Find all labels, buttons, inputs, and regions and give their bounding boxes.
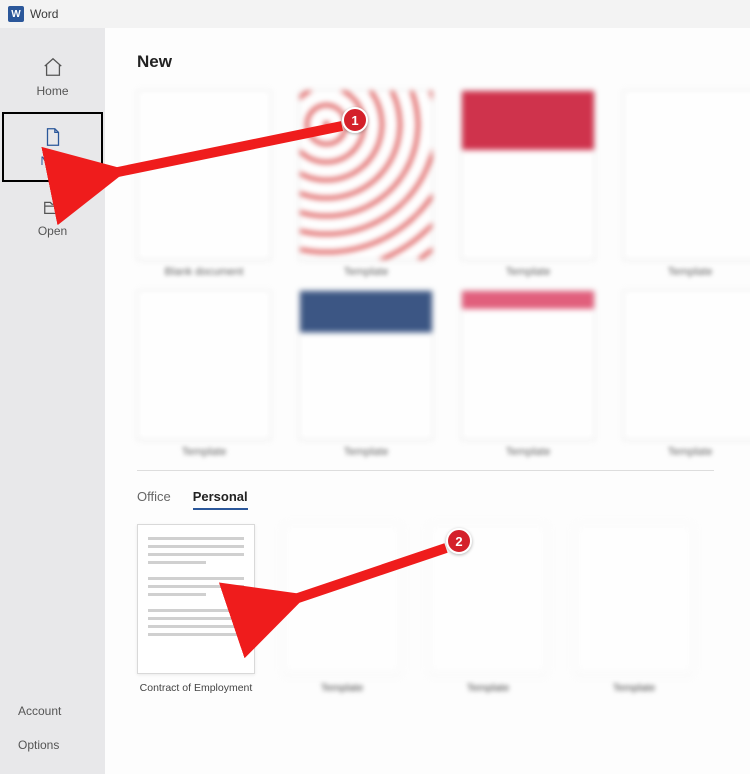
- sidebar-bottom-links: Account Options: [0, 694, 105, 762]
- template-card[interactable]: Template: [429, 524, 547, 694]
- sidebar-item-label: Open: [38, 224, 67, 238]
- new-document-icon: [42, 126, 64, 148]
- title-bar: W Word: [0, 0, 750, 28]
- template-card[interactable]: Template: [623, 90, 750, 278]
- nav-sidebar: Home New Open Account Options: [0, 28, 105, 774]
- template-card[interactable]: Blank document: [137, 90, 271, 278]
- sidebar-item-label: Home: [36, 84, 68, 98]
- annotation-badge-2: 2: [446, 528, 472, 554]
- tab-office[interactable]: Office: [137, 489, 171, 510]
- sidebar-link-account[interactable]: Account: [0, 694, 105, 728]
- sidebar-item-open[interactable]: Open: [0, 184, 105, 250]
- template-card[interactable]: Template: [623, 290, 750, 458]
- template-card[interactable]: Template: [299, 290, 433, 458]
- personal-templates-row: Contract of Employment Template Template…: [137, 524, 750, 694]
- template-card[interactable]: Template: [283, 524, 401, 694]
- template-thumbnail: [137, 524, 255, 674]
- template-card[interactable]: Template: [575, 524, 693, 694]
- app-title: Word: [30, 7, 58, 21]
- sidebar-item-new[interactable]: New: [4, 114, 101, 180]
- open-folder-icon: [42, 196, 64, 218]
- home-icon: [42, 56, 64, 78]
- tab-personal[interactable]: Personal: [193, 489, 248, 510]
- word-app-icon: W: [8, 6, 24, 22]
- template-source-tabs: Office Personal: [137, 489, 750, 510]
- main-panel: New Blank document Template Template Tem…: [105, 28, 750, 774]
- page-heading: New: [137, 52, 750, 72]
- sidebar-item-label: New: [40, 154, 64, 168]
- template-card[interactable]: Template: [137, 290, 271, 458]
- template-contract-of-employment[interactable]: Contract of Employment: [137, 524, 255, 694]
- sidebar-link-options[interactable]: Options: [0, 728, 105, 762]
- sidebar-item-home[interactable]: Home: [0, 44, 105, 110]
- featured-templates-row-2: Template Template Template Template: [137, 290, 750, 458]
- template-card[interactable]: Template: [461, 90, 595, 278]
- annotation-badge-1: 1: [342, 107, 368, 133]
- template-card[interactable]: Template: [461, 290, 595, 458]
- section-divider: [137, 470, 714, 471]
- featured-templates-row-1: Blank document Template Template Templat…: [137, 90, 750, 278]
- template-label: Contract of Employment: [140, 682, 253, 694]
